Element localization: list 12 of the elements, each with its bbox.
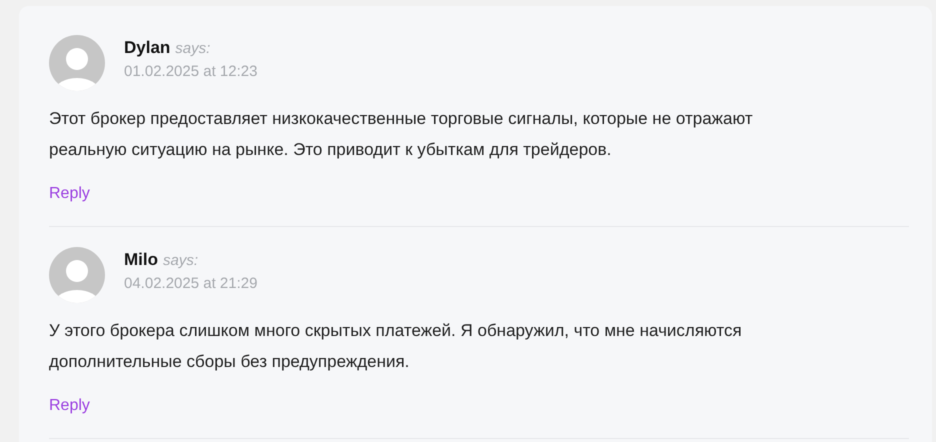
reply-link[interactable]: Reply [49, 183, 90, 205]
says-label: says: [175, 39, 210, 59]
author-name: Dylan [124, 37, 170, 59]
avatar-icon [49, 247, 105, 303]
avatar-icon [49, 35, 105, 91]
comment-date: 01.02.2025 at 12:23 [124, 62, 258, 82]
comment-text: Этот брокер предоставляет низкокачественные торговые сигналы, которые не отражают реальную ситуацию на рынке. Это приводит к убыткам для трейдеров. [49, 108, 753, 161]
reply-link[interactable]: Reply [49, 395, 90, 417]
comment-text: У этого брокера слишком много скрытых платежей. Я обнаружил, что мне начисляются дополнительные сборы без предупреждения. [49, 320, 742, 373]
comment-date: 04.02.2025 at 21:29 [124, 274, 258, 294]
says-label: says: [163, 251, 198, 271]
author-name: Milo [124, 249, 158, 271]
